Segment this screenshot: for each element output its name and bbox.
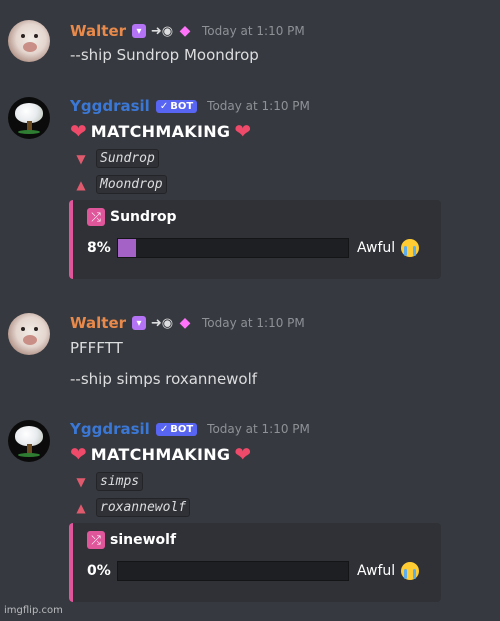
bot-badge: ✓ BOT xyxy=(155,422,198,436)
check-icon: ✓ xyxy=(159,423,169,435)
gem-icon: ◆ xyxy=(179,315,191,331)
match-verdict: Awful xyxy=(357,563,396,579)
boost-icon: ➜◉ xyxy=(150,315,174,331)
boost-icon: ➜◉ xyxy=(150,23,174,39)
avatar-yggdrasil[interactable] xyxy=(8,97,50,139)
timestamp: Today at 1:10 PM xyxy=(207,422,310,436)
check-icon: ✓ xyxy=(159,100,169,112)
message-text: PFFFTT xyxy=(70,339,123,357)
embed-ship-name: sinewolf xyxy=(110,532,177,548)
match-progress-fill xyxy=(118,239,137,257)
embed-ship-name: Sundrop xyxy=(110,209,177,225)
username-yggdrasil[interactable]: Yggdrasil xyxy=(70,97,150,115)
bot-badge: ✓ BOT xyxy=(155,99,198,113)
match-percent: 0% xyxy=(87,563,111,579)
match-progress-bar xyxy=(117,561,349,581)
match-verdict: Awful xyxy=(357,240,396,256)
nitro-icon: ▾ xyxy=(132,316,147,330)
heart-icon: ❤ xyxy=(70,442,87,466)
message-text: --ship simps roxannewolf xyxy=(70,370,258,388)
heart-icon: ❤ xyxy=(70,119,87,143)
avatar-walter[interactable] xyxy=(8,313,50,355)
watermark: imgflip.com xyxy=(4,605,63,616)
match-embed: ⤮ sinewolf 0% Awful xyxy=(69,523,441,602)
username-walter[interactable]: Walter xyxy=(70,314,126,332)
timestamp: Today at 1:10 PM xyxy=(207,99,310,113)
nitro-icon: ▾ xyxy=(132,24,147,38)
matchmaking-title: MATCHMAKING xyxy=(90,121,231,141)
sob-emoji xyxy=(401,239,420,257)
matchmaking-title: MATCHMAKING xyxy=(90,444,231,464)
username-walter[interactable]: Walter xyxy=(70,22,126,40)
sob-emoji xyxy=(401,562,420,580)
username-yggdrasil[interactable]: Yggdrasil xyxy=(70,420,150,438)
ship-name-down: Sundrop xyxy=(96,149,159,168)
match-embed: ⤮ Sundrop 8% Awful xyxy=(69,200,441,279)
triangle-up-icon: ▲ xyxy=(76,177,86,192)
timestamp: Today at 1:10 PM xyxy=(202,24,305,38)
ship-name-up: Moondrop xyxy=(96,175,167,194)
heart-icon: ❤ xyxy=(234,442,252,466)
avatar-yggdrasil[interactable] xyxy=(8,420,50,462)
match-percent: 8% xyxy=(87,240,111,256)
triangle-up-icon: ▲ xyxy=(76,500,86,515)
heart-icon: ❤ xyxy=(234,119,252,143)
triangle-down-icon: ▼ xyxy=(76,151,86,166)
avatar-walter[interactable] xyxy=(8,20,50,62)
ship-name-down: simps xyxy=(96,472,144,491)
triangle-down-icon: ▼ xyxy=(76,474,86,489)
match-progress-bar xyxy=(117,238,349,258)
gem-icon: ◆ xyxy=(179,23,191,39)
message-text: --ship Sundrop Moondrop xyxy=(70,46,259,64)
shuffle-icon: ⤮ xyxy=(87,208,105,226)
shuffle-icon: ⤮ xyxy=(87,531,105,549)
timestamp: Today at 1:10 PM xyxy=(202,316,305,330)
ship-name-up: roxannewolf xyxy=(96,498,191,517)
